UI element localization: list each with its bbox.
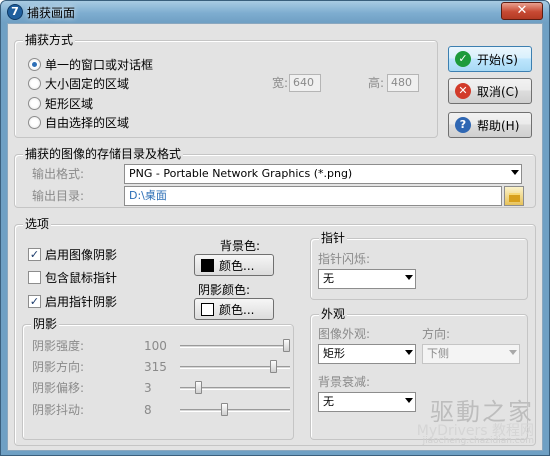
dir-label: 输出目录: [32,189,85,203]
bg-color-label: 背景色: [220,239,261,253]
pointer-subgroup-title: 指针 [319,231,348,246]
chevron-down-icon [511,170,519,175]
shadow-direction-slider[interactable] [270,360,278,373]
checkbox-label: 包含鼠标指针 [45,270,118,285]
cancel-icon: ✕ [455,83,471,99]
radio-label: 单一的窗口或对话框 [45,57,154,72]
shadow-direction-label: 阴影方向: [32,360,85,374]
pointer-blink-select[interactable]: 无 [318,269,416,289]
radio-rect-region[interactable]: 矩形区域 [28,95,93,111]
checkbox-box[interactable]: ✓ [28,294,41,308]
color-button-label: 颜色... [219,302,255,317]
radio-button[interactable] [28,96,41,110]
include-cursor-checkbox[interactable]: 包含鼠标指针 [28,269,117,285]
radio-button[interactable] [28,57,41,71]
storage-title: 捕获的图像的存储目录及格式 [23,147,184,162]
shadow-offset-slider[interactable] [195,381,203,394]
cancel-button[interactable]: ✕ 取消(C) [448,78,532,104]
watermark-url: jiaocheng.chazidian.com [422,436,534,446]
bg-color-button[interactable]: 颜色... [194,254,274,276]
shadow-jitter-slider[interactable] [221,403,229,416]
height-input[interactable]: 480 [387,74,419,92]
shadow-direction-value: 315 [144,360,167,374]
radio-label: 大小固定的区域 [45,76,130,91]
help-button[interactable]: ? 帮助(H) [448,112,532,138]
radio-label: 矩形区域 [45,96,94,111]
direction-value: 下侧 [427,347,449,360]
app-icon: 7 [7,4,23,20]
color-button-label: 颜色... [219,258,255,273]
shadow-color-swatch [201,302,214,316]
capture-mode-title: 捕获方式 [23,33,76,48]
capture-dialog-window: 7 捕获画面 ✕ 捕获方式 单一的窗口或对话框 大小固定的区域 矩形区域 自由选… [0,0,550,456]
pointer-blink-label: 指针闪烁: [318,252,371,266]
image-appearance-label: 图像外观: [318,327,371,341]
window-title: 捕获画面 [27,6,76,20]
direction-label: 方向: [422,327,451,341]
enable-shadow-checkbox[interactable]: ✓ 启用图像阴影 [28,246,117,262]
width-input[interactable]: 640 [289,74,321,92]
radio-label: 自由选择的区域 [45,115,130,130]
image-appearance-value: 矩形 [323,347,345,360]
radio-free-region[interactable]: 自由选择的区域 [28,114,129,130]
shadow-jitter-label: 阴影抖动: [32,403,85,417]
shadow-jitter-track [180,409,290,412]
bg-fade-value: 无 [323,395,334,408]
format-select[interactable]: PNG - Portable Network Graphics (*.png) [124,164,522,184]
shadow-jitter-value: 8 [144,403,152,417]
shadow-strength-label: 阴影强度: [32,339,85,353]
format-value: PNG - Portable Network Graphics (*.png) [129,167,353,180]
shadow-color-label: 阴影颜色: [198,283,251,297]
shadow-offset-value: 3 [144,381,152,395]
shadow-color-button[interactable]: 颜色... [194,298,274,320]
chevron-down-icon [509,350,517,355]
shadow-offset-label: 阴影偏移: [32,381,85,395]
shadow-subgroup-title: 阴影 [31,317,60,332]
chevron-down-icon [405,275,413,280]
shadow-strength-slider[interactable] [283,339,290,352]
shadow-strength-track [180,345,290,348]
checkbox-box[interactable]: ✓ [28,247,41,261]
enable-pointer-shadow-checkbox[interactable]: ✓ 启用指针阴影 [28,293,117,309]
direction-select[interactable]: 下侧 [422,344,520,364]
radio-single-window[interactable]: 单一的窗口或对话框 [28,56,153,72]
cancel-label: 取消(C) [477,84,519,99]
checkbox-label: 启用图像阴影 [45,247,118,262]
folder-browse-icon[interactable] [504,186,524,206]
image-appearance-select[interactable]: 矩形 [318,344,416,364]
appearance-subgroup-title: 外观 [319,307,348,322]
height-label: 高: [368,76,385,90]
radio-fixed-region[interactable]: 大小固定的区域 [28,75,129,91]
options-title: 选项 [23,217,52,232]
radio-button[interactable] [28,76,41,90]
output-dir-input[interactable]: D:\桌面 [124,186,502,206]
start-button[interactable]: ✓ 开始(S) [448,46,532,72]
width-label: 宽: [272,76,289,90]
chevron-down-icon [405,350,413,355]
radio-button[interactable] [28,115,41,129]
dialog-client-area: 捕获方式 单一的窗口或对话框 大小固定的区域 矩形区域 自由选择的区域 宽: 6… [7,23,543,451]
shadow-strength-value: 100 [144,339,167,353]
site-watermark: 驱動之家 MyDrivers 教程网 jiaocheng.chazidian.c… [366,392,538,448]
checkbox-label: 启用指针阴影 [45,294,118,309]
help-icon: ? [455,117,471,133]
help-label: 帮助(H) [477,118,520,133]
bg-color-swatch [201,258,214,272]
check-icon: ✓ [455,51,471,67]
start-label: 开始(S) [477,52,518,67]
close-button[interactable]: ✕ [501,2,543,20]
bg-fade-label: 背景衰减: [318,375,371,389]
pointer-blink-value: 无 [323,272,334,285]
format-label: 输出格式: [32,167,85,181]
title-bar[interactable]: 7 捕获画面 ✕ [1,1,549,23]
checkbox-box[interactable] [28,270,41,284]
close-icon: ✕ [516,3,528,18]
